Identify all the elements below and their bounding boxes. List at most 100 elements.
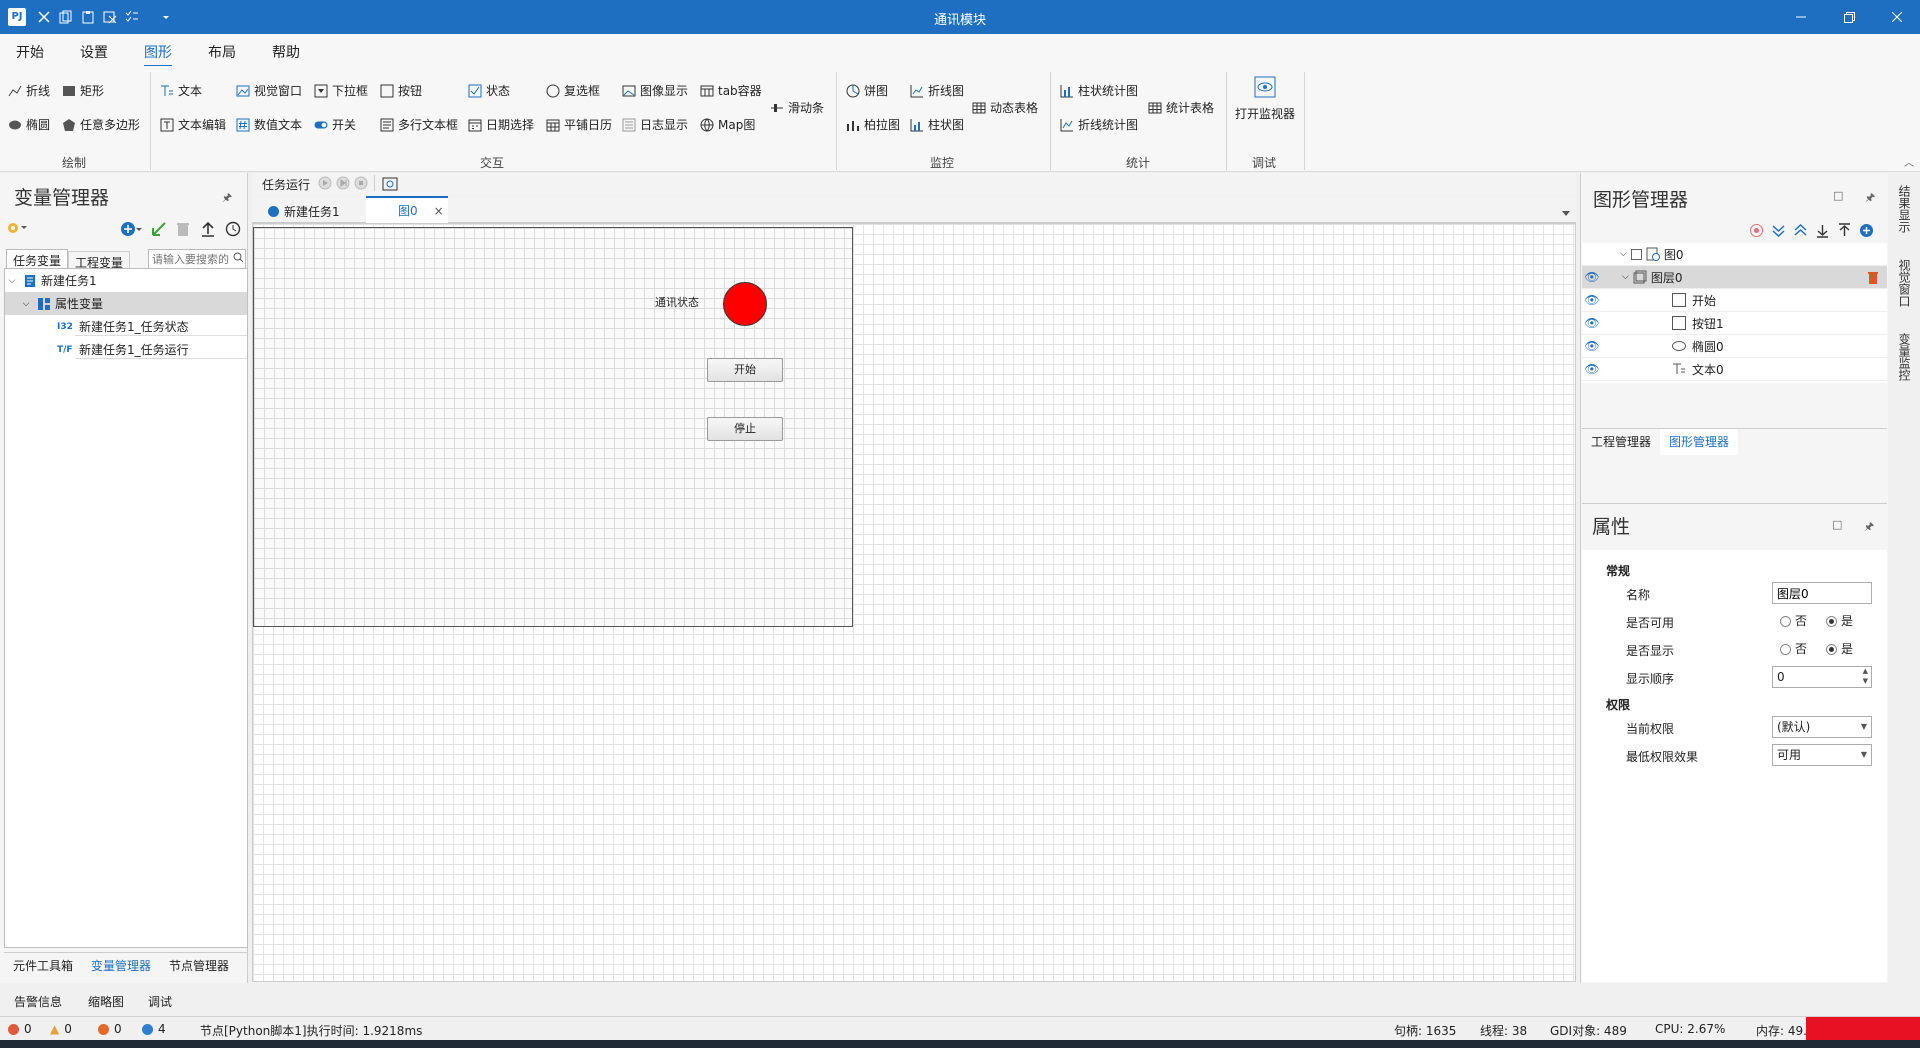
eye-icon[interactable]: 👁 (1582, 270, 1602, 284)
expand-icon[interactable]: ⌵ (19, 299, 33, 309)
tab-debug[interactable]: 调试 (148, 993, 172, 1010)
expand-icon[interactable]: ⌵ (1620, 249, 1627, 259)
menu-item-help[interactable]: 帮助 (272, 42, 300, 62)
alert-indicator[interactable] (1806, 1017, 1920, 1041)
min-permission-select[interactable]: 可用 ▼ (1772, 744, 1872, 766)
tab-variable-manager[interactable]: 变量管理器 (82, 953, 160, 979)
history-icon[interactable] (224, 221, 242, 240)
ribbon-ellipse-button[interactable]: 椭圆 (8, 116, 50, 133)
tab-vision-window[interactable]: 视觉窗口 (1896, 259, 1913, 307)
visible-no-radio[interactable]: 否 (1780, 640, 1807, 657)
move-up-icon[interactable] (1837, 223, 1852, 238)
maximize-icon[interactable]: □ (1833, 189, 1843, 202)
ribbon-image-display-button[interactable]: 图像显示 (622, 82, 688, 99)
tree-node[interactable]: ⌵ 新建任务1 (5, 269, 247, 292)
add-variable-icon[interactable] (120, 221, 142, 240)
ribbon-date-picker-button[interactable]: 日期选择 (468, 116, 534, 133)
move-top-icon[interactable] (1793, 223, 1808, 238)
ribbon-stat-table-button[interactable]: 统计表格 (1148, 99, 1214, 116)
warning-count[interactable]: ▲ 0 (50, 1022, 72, 1036)
tree-node[interactable]: ⌵ 属性变量 (5, 292, 247, 315)
tree-node[interactable]: 👁 按钮1 (1582, 312, 1887, 335)
ribbon-log-display-button[interactable]: 日志显示 (622, 116, 688, 133)
eye-icon[interactable]: 👁 (1582, 293, 1602, 307)
tab-task-variables[interactable]: 任务变量 (6, 249, 69, 269)
tree-node[interactable]: T/F 新建任务1_任务运行 (5, 338, 247, 361)
ribbon-bar-chart-button[interactable]: 柱状图 (910, 116, 964, 133)
menu-item-graphics[interactable]: 图形 (144, 42, 172, 67)
tree-node[interactable]: 👁 椭圆0 (1582, 335, 1887, 358)
ribbon-vision-window-button[interactable]: 视觉窗口 (236, 82, 302, 99)
visible-yes-radio[interactable]: 是 (1826, 640, 1853, 657)
tab-project-variables[interactable]: 工程变量 (68, 251, 131, 270)
diagram-page[interactable]: 通讯状态 开始 停止 (253, 227, 853, 627)
tab-result-display[interactable]: 结果显示 (1896, 185, 1913, 233)
menu-item-layout[interactable]: 布局 (208, 42, 236, 62)
ribbon-bar-stat-button[interactable]: 柱状统计图 (1060, 82, 1138, 99)
move-down-icon[interactable] (1815, 223, 1830, 238)
restore-icon[interactable] (1826, 0, 1872, 34)
expand-icon[interactable]: ⌵ (5, 276, 19, 286)
run-icon[interactable] (318, 176, 332, 193)
pin-icon[interactable]: 🖈 (1864, 518, 1874, 537)
tab-diagram-0[interactable]: 图0 × (366, 196, 448, 223)
ribbon-pie-chart-button[interactable]: 饼图 (846, 82, 888, 99)
close-tab-icon[interactable]: × (434, 204, 444, 218)
tab-project-manager[interactable]: 工程管理器 (1582, 429, 1660, 455)
settings-dropdown-icon[interactable] (6, 221, 28, 237)
ribbon-open-monitor-button[interactable]: 打开监视器 (1234, 76, 1296, 122)
ribbon-tile-calendar-button[interactable]: 平铺日历 (546, 116, 612, 133)
ribbon-status-button[interactable]: 状态 (468, 82, 510, 99)
tab-list-dropdown-icon[interactable] (1562, 206, 1570, 220)
order-stepper[interactable]: 0 ▲ ▼ (1772, 666, 1872, 688)
record-icon[interactable] (1749, 223, 1764, 238)
ribbon-checkbox-button[interactable]: 复选框 (546, 82, 600, 99)
ribbon-slider-button[interactable]: 滑动条 (770, 99, 824, 116)
ribbon-line-stat-button[interactable]: 折线统计图 (1060, 116, 1138, 133)
variable-search-input[interactable] (148, 249, 246, 269)
tab-component-toolbox[interactable]: 元件工具箱 (4, 953, 82, 979)
tab-graphics-manager[interactable]: 图形管理器 (1660, 429, 1739, 455)
tree-node[interactable]: 👁 开始 (1582, 289, 1887, 312)
delete-icon[interactable] (176, 221, 190, 240)
ribbon-switch-button[interactable]: 开关 (314, 116, 356, 133)
stop-button[interactable]: 停止 (707, 417, 783, 441)
close-icon[interactable] (1874, 0, 1920, 34)
eye-icon[interactable]: 👁 (1582, 362, 1602, 376)
add-layer-icon[interactable] (1859, 223, 1874, 238)
tab-node-manager[interactable]: 节点管理器 (160, 953, 238, 979)
tree-node[interactable]: 👁 文本0 (1582, 358, 1887, 381)
tree-node[interactable]: 👁 ⌵ 图层0 (1582, 266, 1887, 289)
enabled-no-radio[interactable]: 否 (1780, 612, 1807, 629)
tab-alarm-info[interactable]: 告警信息 (14, 993, 62, 1010)
ribbon-line-chart-button[interactable]: 折线图 (910, 82, 964, 99)
delete-layer-icon[interactable] (1867, 271, 1879, 284)
comm-status-indicator[interactable] (723, 282, 767, 326)
notice-count[interactable]: 0 (98, 1022, 122, 1036)
tree-node[interactable]: ⌵ 图0 (1582, 243, 1887, 266)
current-permission-select[interactable]: (默认) ▼ (1772, 716, 1872, 738)
eye-icon[interactable]: 👁 (1582, 316, 1602, 330)
eye-icon[interactable]: 👁 (1582, 339, 1602, 353)
pin-icon[interactable]: 🖈 (222, 189, 232, 208)
start-button[interactable]: 开始 (707, 358, 783, 382)
pin-icon[interactable]: 🖈 (1865, 189, 1875, 208)
ribbon-rectangle-button[interactable]: 矩形 (62, 82, 104, 99)
minimize-icon[interactable] (1778, 0, 1824, 34)
visibility-checkbox[interactable] (1630, 248, 1642, 260)
ribbon-map-button[interactable]: Map图 (700, 116, 755, 133)
enabled-yes-radio[interactable]: 是 (1826, 612, 1853, 629)
ribbon-text-button[interactable]: 文本 (160, 82, 202, 99)
search-icon[interactable] (233, 252, 244, 266)
import-icon[interactable] (150, 221, 168, 240)
ribbon-polygon-button[interactable]: 任意多边形 (62, 116, 140, 133)
ribbon-text-edit-button[interactable]: 文本编辑 (160, 116, 226, 133)
error-count[interactable]: 0 (8, 1022, 32, 1036)
ribbon-button-button[interactable]: 按钮 (380, 82, 422, 99)
info-count[interactable]: 4 (142, 1022, 166, 1036)
ribbon-dropdown-button[interactable]: 下拉框 (314, 82, 368, 99)
collapse-ribbon-icon[interactable]: ︿ (1904, 154, 1914, 169)
maximize-icon[interactable]: □ (1832, 518, 1842, 531)
tab-thumbnail[interactable]: 缩略图 (88, 993, 124, 1010)
tab-new-task-1[interactable]: 新建任务1 (260, 200, 348, 223)
